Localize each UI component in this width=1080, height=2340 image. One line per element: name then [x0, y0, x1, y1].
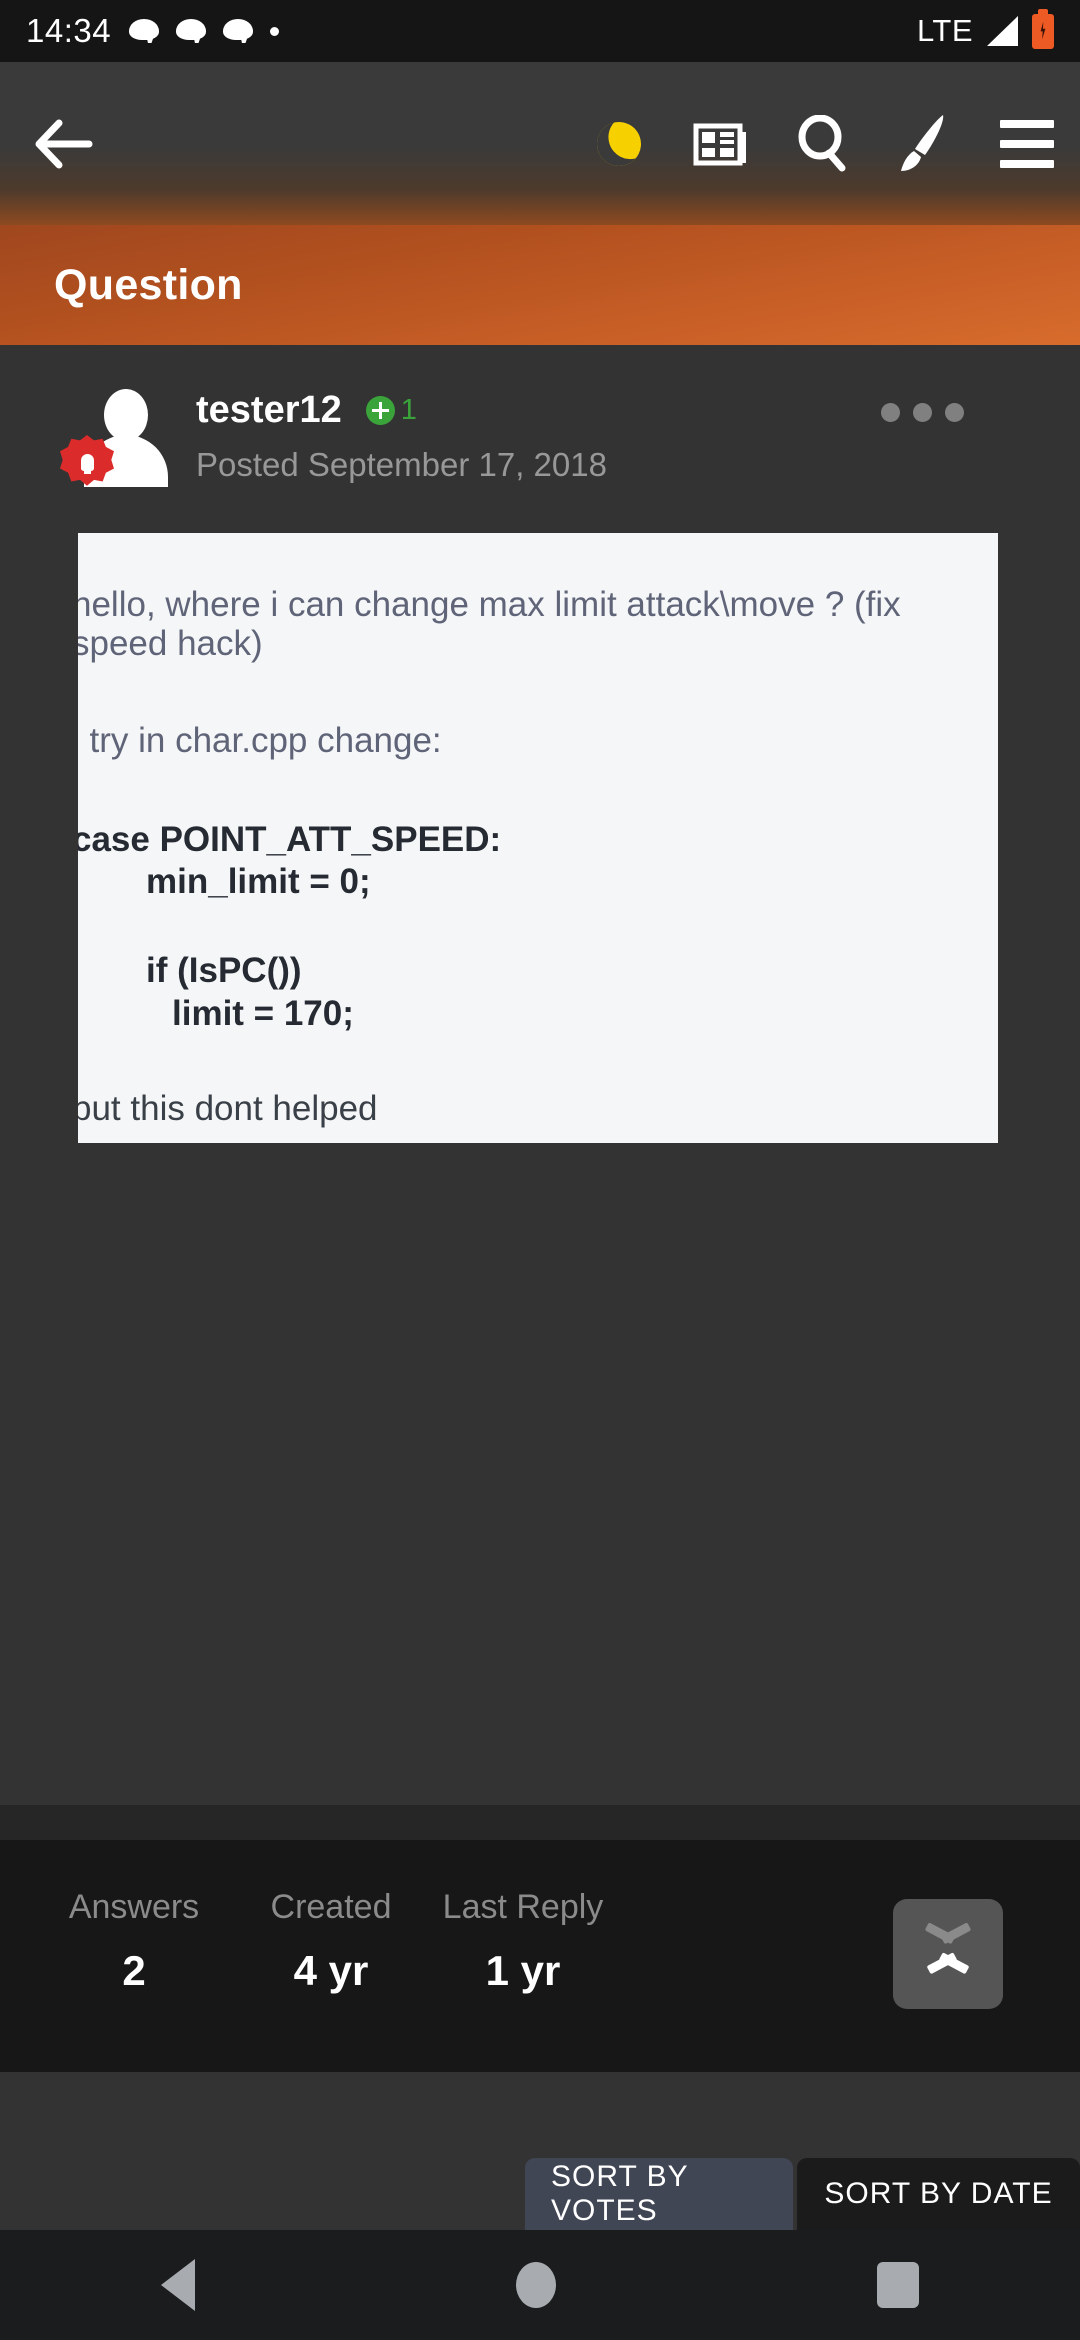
notification-icons — [129, 19, 280, 43]
phone-screen: 14:34 LTE Question tester12 1 Posted Sep… — [0, 0, 1080, 2340]
tab-label: SORT BY VOTES — [551, 2160, 689, 2227]
reputation-badge: 1 — [365, 394, 417, 427]
stat-value: 1 yr — [485, 1947, 561, 1994]
plus-circle-icon — [365, 396, 395, 425]
signal-bars-icon — [987, 16, 1018, 46]
code-line-2: min_limit = 0; — [146, 862, 371, 902]
tab-label: SORT BY DATE — [824, 2177, 1053, 2210]
newspaper-icon — [693, 123, 746, 165]
post-meta: tester12 1 Posted September 17, 2018 — [196, 387, 607, 484]
post-code-block: case POINT_ATT_SPEED: min_limit = 0; if … — [78, 819, 998, 1036]
menu-button[interactable] — [996, 113, 1058, 175]
activity-stream-button[interactable] — [690, 113, 752, 175]
toolbar-actions — [588, 113, 1058, 175]
dark-mode-toggle[interactable] — [588, 113, 650, 175]
hamburger-menu-icon — [1000, 119, 1054, 168]
nav-recents-square-icon[interactable] — [877, 2262, 920, 2308]
dot-icon — [270, 26, 280, 36]
post-body-inner: hello, where i can change max limit atta… — [78, 533, 998, 1128]
stat-label: Last Reply — [442, 1888, 604, 1926]
theme-brush-button[interactable] — [894, 113, 956, 175]
android-nav-bar — [0, 2230, 1080, 2340]
network-label: LTE — [916, 13, 973, 48]
tab-sort-by-date[interactable]: SORT BY DATE — [797, 2158, 1080, 2230]
more-options-icon[interactable] — [881, 403, 964, 422]
discord-icon — [176, 19, 207, 43]
chevron-up-icon — [926, 1957, 970, 1981]
nav-back-triangle-icon[interactable] — [160, 2259, 195, 2311]
back-arrow-icon — [35, 119, 93, 168]
status-bar-right: LTE — [916, 8, 1054, 49]
nav-home-circle-icon[interactable] — [515, 2262, 556, 2308]
page-header-banner: Question — [0, 225, 1080, 345]
search-icon — [798, 114, 846, 171]
clock: 14:34 — [26, 12, 112, 49]
author-name[interactable]: tester12 — [196, 389, 342, 432]
stat-last-reply: Last Reply 1 yr — [389, 1888, 657, 1995]
discord-icon — [223, 19, 254, 43]
status-bar-left: 14:34 — [26, 12, 280, 50]
tab-sort-by-votes[interactable]: SORT BY VOTES — [525, 2158, 793, 2230]
brush-icon — [901, 114, 944, 171]
battery-charging-icon — [1032, 8, 1054, 49]
code-line-3: if (IsPC()) — [146, 950, 302, 990]
scroll-to-top-button[interactable] — [893, 1899, 1003, 2009]
post-paragraph-1: hello, where i can change max limit atta… — [78, 585, 901, 664]
post-paragraph-2: i try in char.cpp change: — [78, 721, 442, 761]
post-body: hello, where i can change max limit atta… — [78, 533, 998, 1143]
chevron-down-icon — [926, 1927, 970, 1951]
posted-date: Posted September 17, 2018 — [196, 446, 607, 483]
status-bar: 14:34 LTE — [0, 0, 1080, 62]
search-button[interactable] — [792, 113, 854, 175]
code-line-4: limit = 170; — [172, 993, 354, 1033]
post-paragraph-3: but this dont helped — [78, 1089, 378, 1128]
content-divider — [0, 1805, 1080, 1840]
post-header: tester12 1 Posted September 17, 2018 — [0, 345, 1080, 487]
moon-icon — [591, 115, 647, 172]
author-row: tester12 1 — [196, 389, 607, 432]
back-button[interactable] — [30, 110, 98, 178]
avatar[interactable] — [60, 383, 172, 487]
sort-tabs-area: SORT BY VOTES SORT BY DATE — [0, 2072, 1080, 2230]
reputation-count: 1 — [400, 394, 417, 426]
app-toolbar — [0, 62, 1080, 225]
discord-icon — [129, 19, 160, 43]
page-title: Question — [54, 260, 243, 309]
code-line-1: case POINT_ATT_SPEED: — [78, 819, 502, 859]
